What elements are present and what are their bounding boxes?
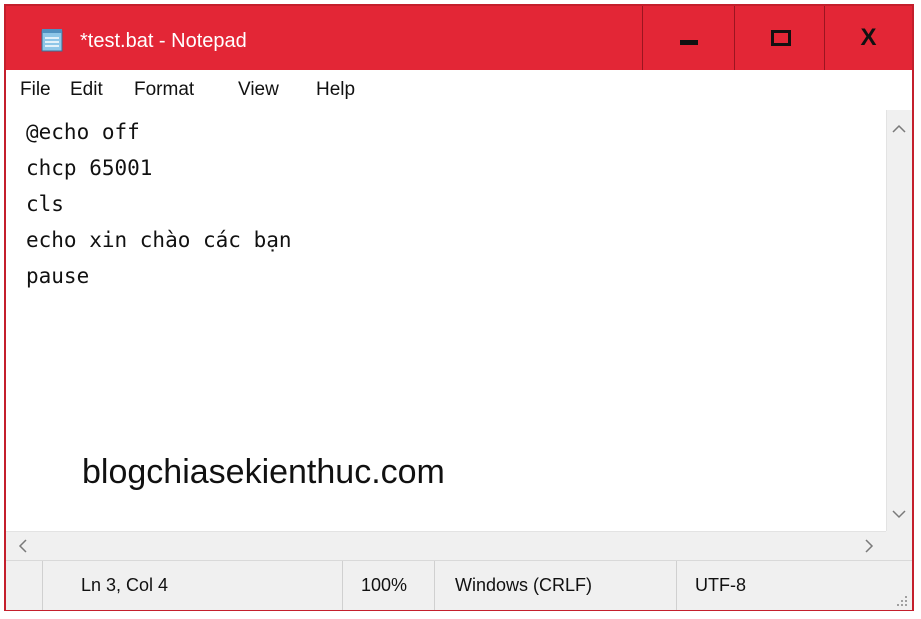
resize-grip-icon[interactable] xyxy=(896,594,908,606)
horizontal-scrollbar[interactable] xyxy=(6,531,886,560)
scrollbar-corner xyxy=(886,531,912,560)
minimize-icon xyxy=(679,39,698,45)
close-icon: X xyxy=(860,24,877,51)
notepad-window: *test.bat - Notepad X File Edit Format V… xyxy=(4,4,914,611)
editor-line: @echo off xyxy=(26,120,140,144)
chevron-left-icon[interactable] xyxy=(18,539,28,555)
notepad-icon xyxy=(40,28,66,52)
status-line-ending: Windows (CRLF) xyxy=(434,561,676,610)
status-position: Ln 3, Col 4 xyxy=(42,561,342,610)
text-editor[interactable]: @echo off chcp 65001 cls echo xin chào c… xyxy=(6,110,886,531)
menu-file[interactable]: File xyxy=(20,79,51,101)
menu-edit[interactable]: Edit xyxy=(70,79,103,101)
editor-line: pause xyxy=(26,264,90,288)
status-bar: Ln 3, Col 4 100% Windows (CRLF) UTF-8 xyxy=(6,560,912,610)
close-button[interactable]: X xyxy=(824,6,912,70)
minimize-button[interactable] xyxy=(642,6,734,70)
chevron-right-icon[interactable] xyxy=(864,539,874,555)
menu-bar: File Edit Format View Help xyxy=(6,70,912,111)
editor-line: chcp 65001 xyxy=(26,156,153,180)
menu-view[interactable]: View xyxy=(238,79,279,101)
editor-line: echo xin chào các bạn xyxy=(26,228,292,252)
title-bar[interactable]: *test.bat - Notepad X xyxy=(6,6,912,70)
menu-format[interactable]: Format xyxy=(134,79,194,101)
chevron-down-icon[interactable] xyxy=(892,507,906,521)
editor-line: cls xyxy=(26,192,64,216)
maximize-button[interactable] xyxy=(734,6,826,70)
status-encoding: UTF-8 xyxy=(676,561,912,610)
menu-help[interactable]: Help xyxy=(316,79,355,101)
status-zoom: 100% xyxy=(342,561,434,610)
maximize-icon xyxy=(770,30,791,46)
window-title: *test.bat - Notepad xyxy=(80,30,247,52)
vertical-scrollbar[interactable] xyxy=(886,110,912,531)
watermark-text: blogchiasekienthuc.com xyxy=(82,453,445,491)
chevron-up-icon[interactable] xyxy=(892,122,906,136)
